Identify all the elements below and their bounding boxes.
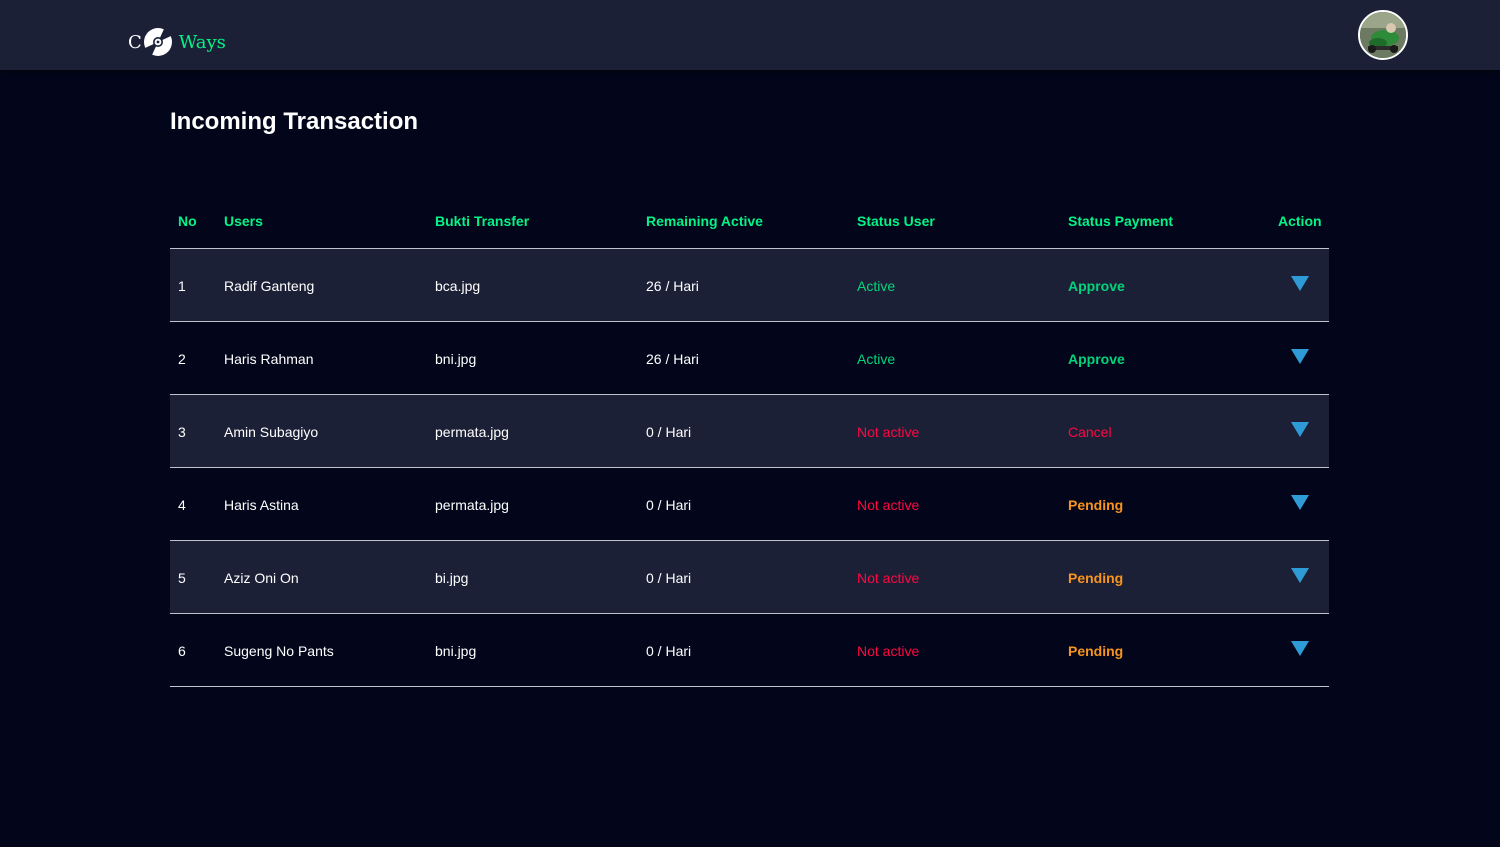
row-bukti-transfer[interactable]: permata.jpg <box>435 497 509 513</box>
triangle-down-icon[interactable] <box>1291 349 1309 364</box>
logo-letter: C <box>128 31 142 53</box>
row-status-user: Active <box>857 350 896 367</box>
row-remaining-active: 26 / Hari <box>646 350 699 367</box>
row-status-user: Not active <box>857 642 920 659</box>
row-divider <box>170 686 1329 687</box>
table-row: 5 Aziz Oni On bi.jpg 0 / Hari Not active… <box>170 541 1329 614</box>
row-user: Aziz Oni On <box>224 569 299 586</box>
top-navbar: C Ways <box>0 0 1500 70</box>
row-status-payment: Pending <box>1068 496 1124 513</box>
column-header-bukti-transfer: Bukti Transfer <box>435 213 530 229</box>
row-status-user: Not active <box>857 496 920 513</box>
triangle-down-icon[interactable] <box>1291 495 1309 510</box>
row-user: Haris Astina <box>224 496 299 513</box>
row-status-user: Not active <box>857 569 920 586</box>
triangle-down-icon[interactable] <box>1291 641 1309 656</box>
row-status-payment: Approve <box>1068 277 1125 294</box>
row-remaining-active: 26 / Hari <box>646 277 699 294</box>
column-header-no: No <box>178 213 197 229</box>
table-header-row: No Users Bukti Transfer Remaining Active… <box>170 176 1329 249</box>
row-user: Amin Subagiyo <box>224 423 319 440</box>
column-header-status-payment: Status Payment <box>1068 213 1174 229</box>
row-user: Haris Rahman <box>224 350 314 367</box>
row-number: 1 <box>178 277 186 294</box>
disc-icon <box>143 28 172 56</box>
row-remaining-active: 0 / Hari <box>646 423 692 440</box>
page-title: Incoming Transaction <box>170 108 419 135</box>
table-row: 6 Sugeng No Pants bni.jpg 0 / Hari Not a… <box>170 614 1329 687</box>
row-number: 5 <box>178 569 186 586</box>
triangle-down-icon[interactable] <box>1291 276 1309 291</box>
avatar-image <box>1360 12 1406 58</box>
table-row: 2 Haris Rahman bni.jpg 26 / Hari Active … <box>170 322 1329 395</box>
row-bukti-transfer[interactable]: bni.jpg <box>435 351 476 367</box>
row-bukti-transfer[interactable]: bca.jpg <box>435 278 480 294</box>
column-header-action: Action <box>1278 213 1322 229</box>
row-bukti-transfer[interactable]: bni.jpg <box>435 643 476 659</box>
row-remaining-active: 0 / Hari <box>646 642 692 659</box>
column-header-remaining-active: Remaining Active <box>646 213 763 229</box>
table-row: 1 Radif Ganteng bca.jpg 26 / Hari Active… <box>170 249 1329 322</box>
row-user: Sugeng No Pants <box>224 642 334 659</box>
table-row: 3 Amin Subagiyo permata.jpg 0 / Hari Not… <box>170 395 1329 468</box>
row-number: 6 <box>178 642 186 659</box>
row-status-payment: Pending <box>1068 642 1124 659</box>
row-remaining-active: 0 / Hari <box>646 569 692 586</box>
column-header-users: Users <box>224 213 263 229</box>
transactions-table: No Users Bukti Transfer Remaining Active… <box>170 176 1329 687</box>
brand-logo[interactable]: C Ways <box>128 26 226 58</box>
triangle-down-icon[interactable] <box>1291 422 1309 437</box>
table-row: 4 Haris Astina permata.jpg 0 / Hari Not … <box>170 468 1329 541</box>
row-number: 3 <box>178 423 186 440</box>
row-number: 4 <box>178 496 186 513</box>
row-bukti-transfer[interactable]: permata.jpg <box>435 424 509 440</box>
triangle-down-icon[interactable] <box>1291 568 1309 583</box>
row-status-user: Not active <box>857 423 920 440</box>
row-status-payment: Cancel <box>1068 423 1112 440</box>
user-avatar[interactable] <box>1358 10 1408 60</box>
row-number: 2 <box>178 350 186 367</box>
row-remaining-active: 0 / Hari <box>646 496 692 513</box>
row-bukti-transfer[interactable]: bi.jpg <box>435 570 468 586</box>
logo-name: Ways <box>178 31 226 53</box>
row-status-payment: Pending <box>1068 569 1124 586</box>
row-user: Radif Ganteng <box>224 277 315 294</box>
column-header-status-user: Status User <box>857 213 935 229</box>
row-status-payment: Approve <box>1068 350 1125 367</box>
row-status-user: Active <box>857 277 896 294</box>
